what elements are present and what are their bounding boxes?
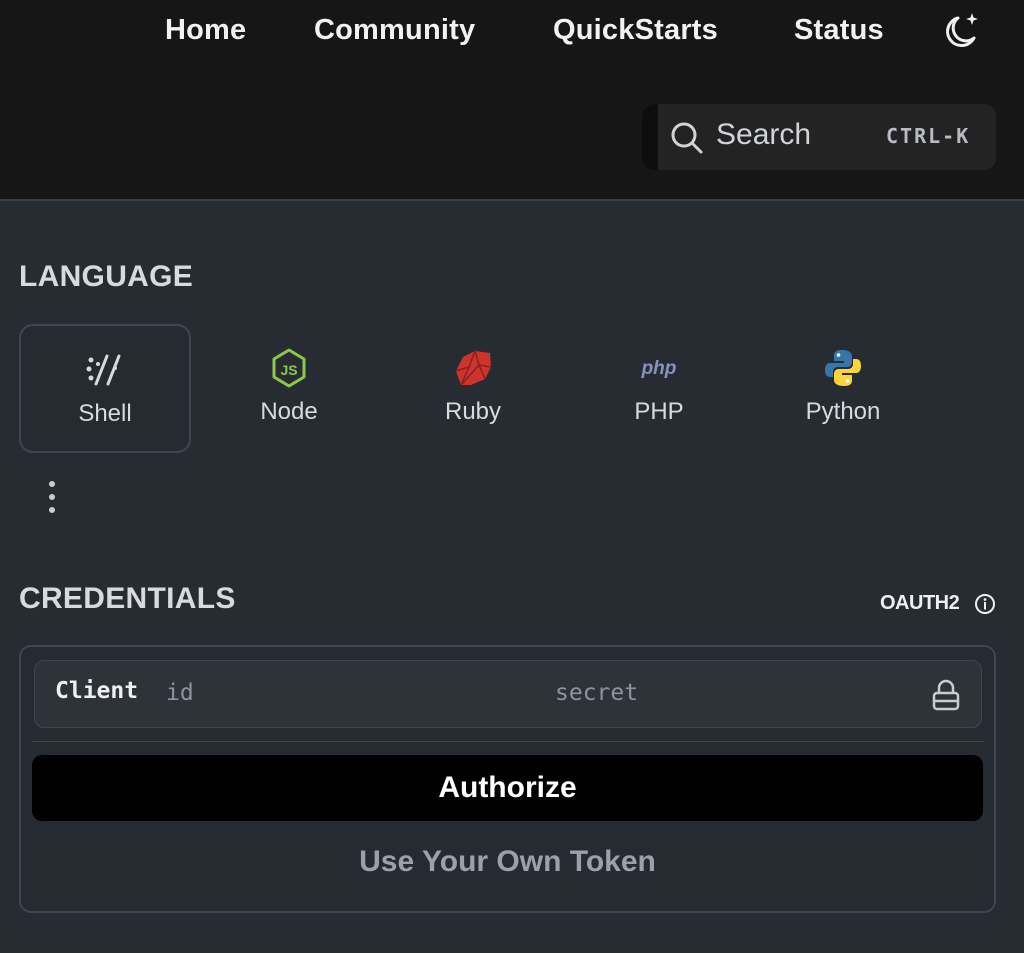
language-label: Shell (78, 400, 132, 427)
client-id-input[interactable] (166, 674, 526, 712)
language-option-shell[interactable]: Shell (19, 324, 191, 453)
nav-link-community[interactable]: Community (314, 14, 475, 47)
more-languages-button[interactable] (38, 478, 66, 518)
nav-link-home[interactable]: Home (165, 14, 246, 47)
more-vertical-icon (49, 481, 55, 513)
search-icon (671, 122, 703, 154)
ruby-icon (455, 349, 492, 386)
language-option-php[interactable]: php PHP (573, 324, 745, 453)
language-option-ruby[interactable]: Ruby (387, 324, 559, 453)
client-label: Client (55, 678, 139, 704)
auth-type-label: OAUTH2 (880, 592, 960, 614)
language-label: Node (260, 398, 318, 425)
search-edge (642, 104, 658, 170)
python-icon (825, 350, 861, 386)
theme-toggle-button[interactable] (938, 10, 982, 54)
language-label: PHP (634, 398, 684, 425)
search-shortcut-hint: CTRL-K (886, 124, 971, 148)
shell-icon (86, 354, 121, 386)
divider (32, 741, 984, 742)
search-label: Search (716, 118, 812, 151)
language-label: Ruby (444, 398, 502, 425)
use-own-token-link[interactable]: Use Your Own Token (32, 845, 983, 889)
authorize-button[interactable]: Authorize (32, 755, 983, 821)
credentials-section-title: CREDENTIALS (19, 582, 236, 615)
lock-icon (932, 679, 960, 711)
svg-text:php: php (641, 358, 677, 379)
language-option-python[interactable]: Python (757, 324, 929, 453)
nav-link-quickstarts[interactable]: QuickStarts (553, 14, 718, 47)
language-label: Python (805, 398, 881, 425)
nav-link-status[interactable]: Status (794, 14, 884, 47)
nodejs-icon: JS (272, 348, 306, 388)
info-icon[interactable] (974, 593, 996, 615)
php-icon: php (641, 358, 677, 379)
language-option-node[interactable]: JS Node (203, 324, 375, 453)
language-section-title: LANGUAGE (19, 260, 194, 293)
client-secret-input[interactable] (555, 674, 895, 712)
moon-sparkle-icon (946, 13, 978, 48)
svg-text:JS: JS (280, 362, 297, 378)
